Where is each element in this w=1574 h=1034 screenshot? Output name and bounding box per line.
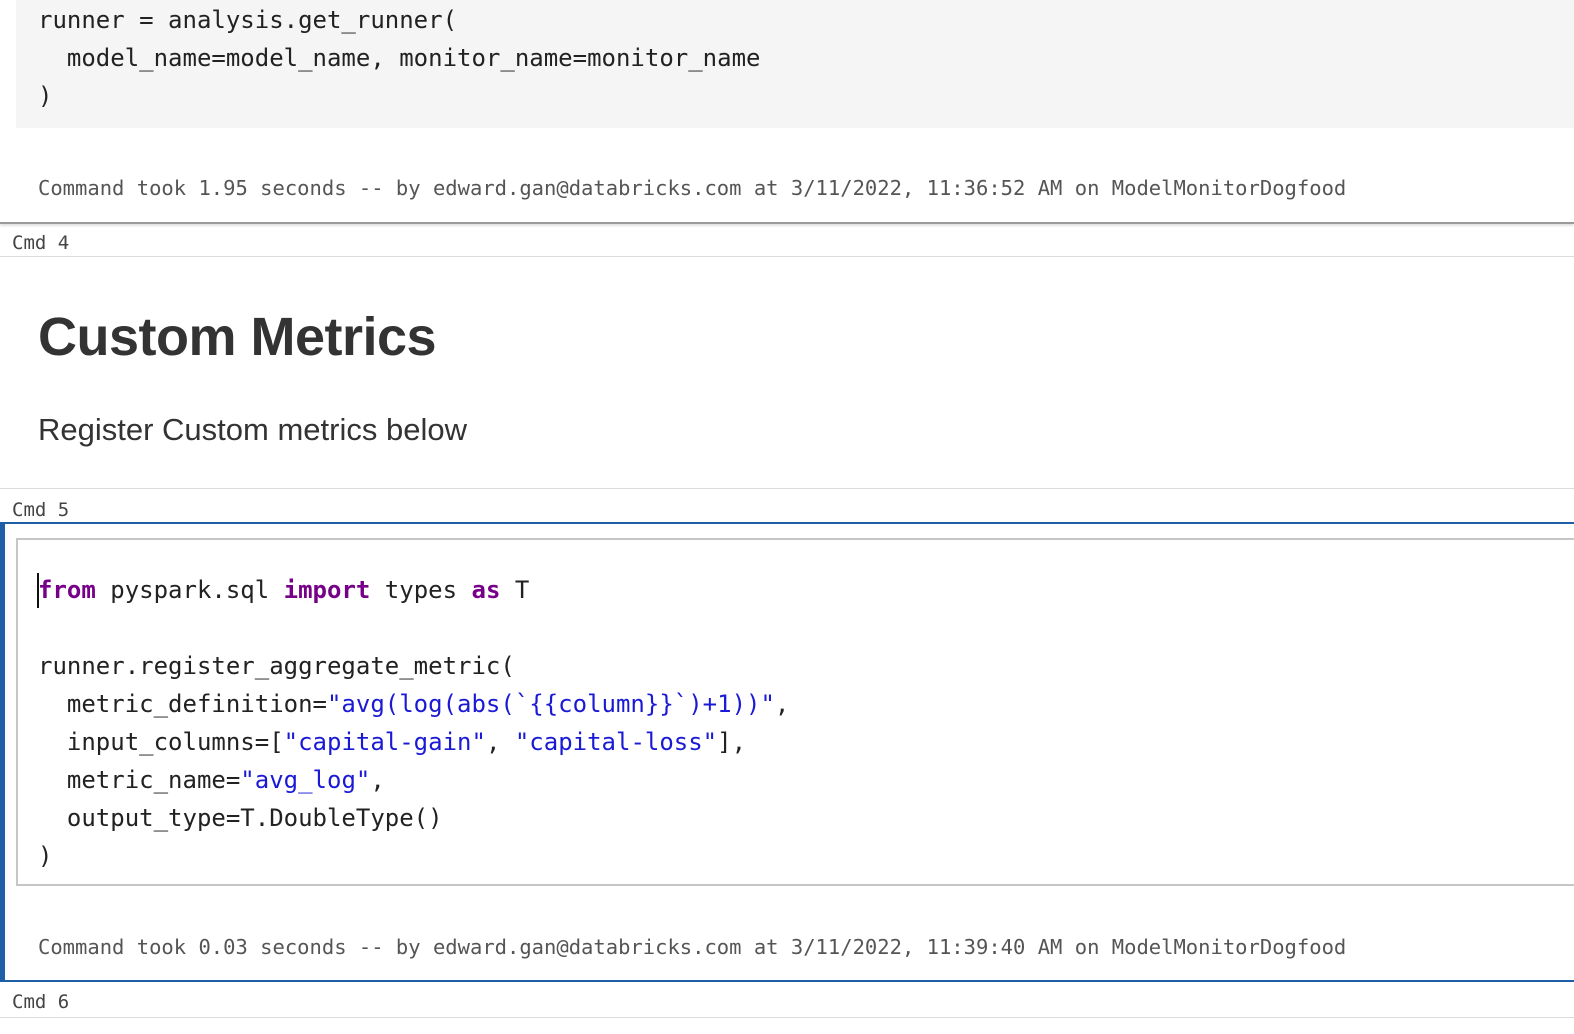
code-token: input_columns=[ xyxy=(38,728,284,756)
code-line-5: input_columns=["capital-gain", "capital-… xyxy=(38,723,746,761)
string-literal: "avg_log" xyxy=(240,766,371,794)
code-token: metric_name= xyxy=(38,766,241,794)
code-token: , xyxy=(774,690,790,718)
code-line: runner = analysis.get_runner( xyxy=(38,6,458,34)
code-line-1: from pyspark.sql import types as T xyxy=(38,571,529,609)
cell-separator xyxy=(0,256,1574,257)
cmd-label-6: Cmd 6 xyxy=(12,991,70,1013)
code-line-6: metric_name="avg_log", xyxy=(38,761,385,799)
code-line: model_name=model_name, monitor_name=moni… xyxy=(38,44,761,72)
code-line-3: runner.register_aggregate_metric( xyxy=(38,652,515,680)
keyword-as: as xyxy=(471,576,501,604)
keyword-import: import xyxy=(283,576,371,604)
string-literal: "capital-loss" xyxy=(514,728,718,756)
code-editor-cell-3[interactable]: runner = analysis.get_runner( model_name… xyxy=(16,0,1574,128)
command-result-cell-5: Command took 0.03 seconds -- by edward.g… xyxy=(38,935,1347,959)
code-token: , xyxy=(485,728,515,756)
cell-separator xyxy=(0,1017,1574,1018)
import-name: types xyxy=(370,576,472,604)
keyword-from: from xyxy=(38,576,96,604)
command-result-cell-3: Command took 1.95 seconds -- by edward.g… xyxy=(38,176,1347,200)
string-literal: "avg(log(abs(`{{column}}`)+1))" xyxy=(326,690,775,718)
code-token: metric_definition= xyxy=(38,690,327,718)
cmd-label-4: Cmd 4 xyxy=(12,232,70,254)
markdown-paragraph: Register Custom metrics below xyxy=(38,412,467,447)
code-line-8: ) xyxy=(38,842,53,870)
text-cursor xyxy=(37,573,39,608)
module-name: pyspark.sql xyxy=(95,576,284,604)
string-literal: "capital-gain" xyxy=(283,728,486,756)
cell-separator xyxy=(0,488,1574,489)
cmd-label-5: Cmd 5 xyxy=(12,499,70,521)
code-line: ) xyxy=(38,82,53,110)
code-token: ], xyxy=(717,728,747,756)
code-line-7: output_type=T.DoubleType() xyxy=(38,804,443,832)
code-token: , xyxy=(370,766,385,794)
code-line-4: metric_definition="avg(log(abs(`{{column… xyxy=(38,685,789,723)
import-alias: T xyxy=(500,576,530,604)
markdown-heading: Custom Metrics xyxy=(38,307,437,367)
